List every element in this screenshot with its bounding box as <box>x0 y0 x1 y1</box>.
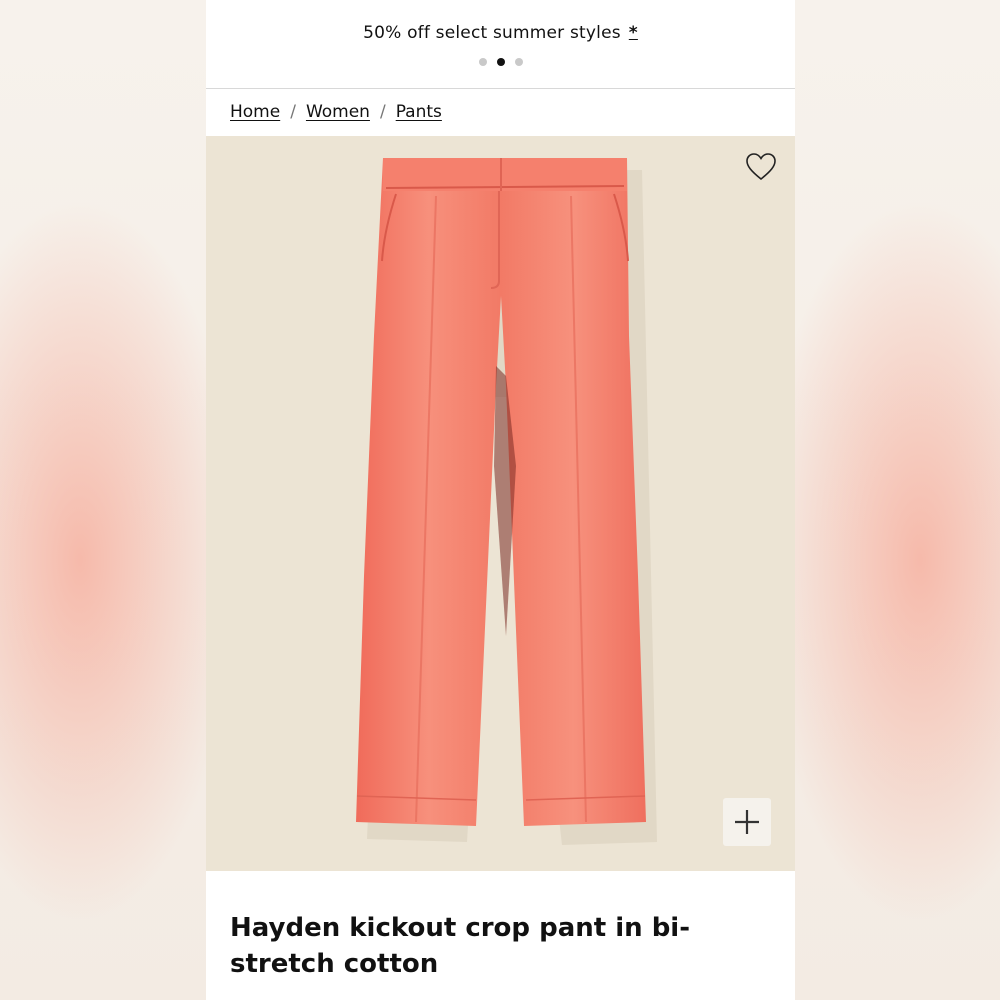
breadcrumb-women[interactable]: Women <box>306 102 370 122</box>
breadcrumb: Home / Women / Pants <box>230 102 442 122</box>
breadcrumb-pants[interactable]: Pants <box>396 102 442 122</box>
plus-icon <box>735 810 759 834</box>
wishlist-heart-icon[interactable] <box>745 152 777 182</box>
product-image[interactable] <box>206 136 795 871</box>
carousel-dot[interactable] <box>514 58 523 66</box>
carousel-dot[interactable] <box>478 58 487 66</box>
breadcrumb-separator: / <box>290 102 296 122</box>
breadcrumb-home[interactable]: Home <box>230 102 280 122</box>
promo-details-link[interactable]: * <box>629 23 638 43</box>
promo-text: 50% off select summer styles <box>363 23 621 43</box>
promo-banner[interactable]: 50% off select summer styles * <box>206 0 795 89</box>
product-title: Hayden kickout crop pant in bi-stretch c… <box>230 913 691 979</box>
product-page: 50% off select summer styles * Home / Wom… <box>206 0 795 1000</box>
carousel-dots <box>206 58 795 66</box>
pants-photo <box>356 158 657 845</box>
promo-text-line: 50% off select summer styles * <box>206 23 795 43</box>
breadcrumb-separator: / <box>379 102 386 122</box>
zoom-plus-button[interactable] <box>723 798 771 846</box>
carousel-dot-active[interactable] <box>496 58 505 66</box>
